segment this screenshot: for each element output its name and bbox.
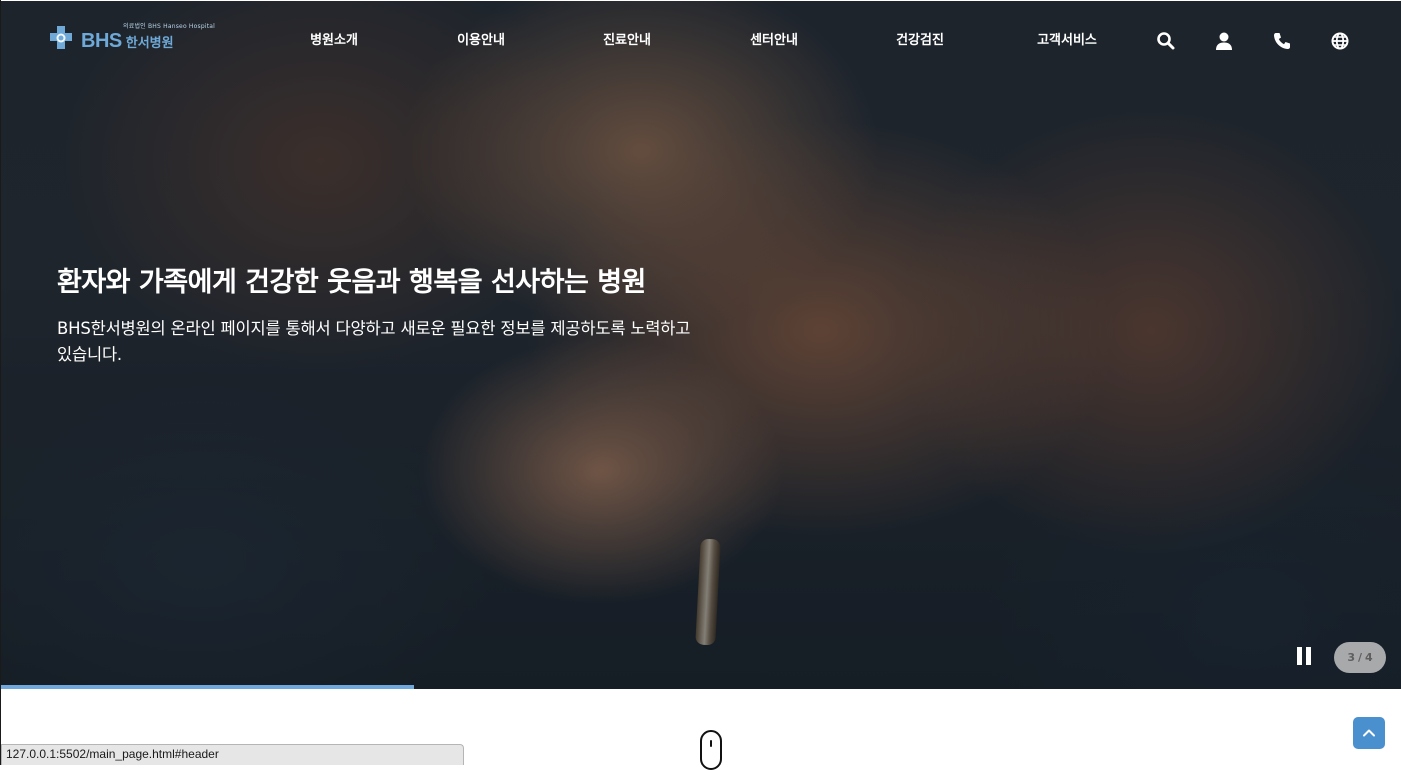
logo-tagline: 의료법인 BHS Hanseo Hospital xyxy=(123,23,215,30)
scroll-to-top-button[interactable] xyxy=(1353,717,1385,749)
phone-icon[interactable] xyxy=(1272,31,1292,51)
site-logo[interactable]: 의료법인 BHS Hanseo Hospital BHS 한서병원 xyxy=(47,24,215,51)
nav-item-guide[interactable]: 이용안내 xyxy=(457,30,505,52)
pause-icon-bar-right xyxy=(1306,647,1311,665)
slide-counter: 3 / 4 xyxy=(1334,642,1386,673)
browser-status-bar: 127.0.0.1:5502/main_page.html#header xyxy=(1,744,464,765)
scroll-down-mouse-icon[interactable] xyxy=(700,730,722,770)
window-edge xyxy=(0,0,1,765)
nav-item-customer-service[interactable]: 고객서비스 xyxy=(1037,30,1097,52)
logo-text: 의료법인 BHS Hanseo Hospital BHS 한서병원 xyxy=(81,23,215,52)
logo-cross-icon xyxy=(50,25,72,49)
pause-icon-bar-left xyxy=(1297,647,1302,665)
user-icon[interactable] xyxy=(1214,31,1234,51)
page: 의료법인 BHS Hanseo Hospital BHS 한서병원 병원소개 이… xyxy=(0,0,1401,770)
nav-item-treatment[interactable]: 진료안내 xyxy=(603,30,651,52)
nav-item-centers[interactable]: 센터안내 xyxy=(750,30,798,52)
chevron-up-icon xyxy=(1363,729,1375,737)
slide-separator: / xyxy=(1357,651,1363,664)
slide-total: 4 xyxy=(1365,651,1373,664)
slide-current: 3 xyxy=(1347,651,1355,664)
nav-item-checkup[interactable]: 건강검진 xyxy=(896,30,944,52)
nav-item-about[interactable]: 병원소개 xyxy=(310,30,358,52)
search-icon[interactable] xyxy=(1156,31,1176,51)
globe-icon[interactable] xyxy=(1330,31,1350,51)
slider-pause-button[interactable] xyxy=(1297,647,1313,667)
hero-title: 환자와 가족에게 건강한 웃음과 행복을 선사하는 병원 xyxy=(57,267,646,298)
logo-name: 한서병원 xyxy=(125,36,174,51)
logo-brand: BHS xyxy=(81,30,122,52)
hero-description: BHS한서병원의 온라인 페이지를 통해서 다양하고 새로운 필요한 정보를 제… xyxy=(57,319,691,364)
mouse-wheel xyxy=(710,740,712,747)
slider-progress-fill xyxy=(1,685,414,689)
slider-progress-track xyxy=(1,685,1401,689)
